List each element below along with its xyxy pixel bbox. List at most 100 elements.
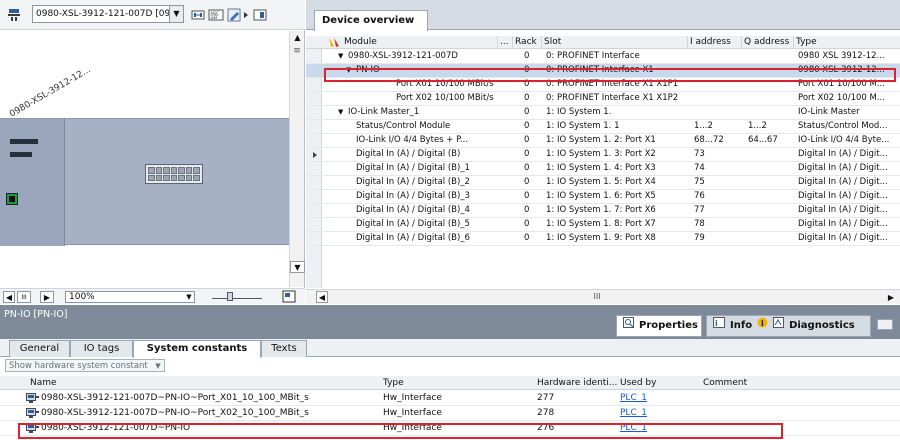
cell-type: Port X02 10/100 M... <box>798 93 885 103</box>
cell-i-address: 78 <box>694 219 705 229</box>
cell-i-address: 76 <box>694 191 705 201</box>
column-header-comment[interactable]: Comment <box>703 376 747 390</box>
cell-rack: 0 <box>524 65 530 75</box>
column-header-i-address[interactable]: I address <box>687 36 741 49</box>
expand-toggle-icon[interactable]: ▼ <box>344 64 351 77</box>
cell-i-address <box>692 106 740 119</box>
cell-used-by[interactable]: PLC_1 <box>620 391 700 405</box>
cell-module: Digital In (A) / Digital (B) <box>356 149 461 159</box>
column-header-q-address[interactable]: Q address <box>741 36 793 49</box>
cell-q-address: 64...67 <box>748 135 778 145</box>
cell-type: Hw_Interface <box>383 423 442 433</box>
scroll-right-icon[interactable]: ▶ <box>885 291 897 303</box>
scroll-up-icon[interactable]: ▲ <box>290 31 305 43</box>
table-row[interactable]: IO-Link I/O 4/4 Bytes + P... 0 1: IO Syste… <box>306 134 900 148</box>
column-header-more[interactable]: ... <box>497 36 512 49</box>
table-row[interactable]: ▼ PN-IO 0 0: PROFINET Interface X1 0980-XSL-… <box>306 64 900 78</box>
column-header-used-by[interactable]: Used by <box>620 376 656 390</box>
cell-q-address <box>746 190 792 203</box>
cell-module: IO-Link Master_1 <box>348 107 420 117</box>
module-column-icon <box>328 37 340 51</box>
column-header-rack[interactable]: Rack <box>512 36 541 49</box>
table-row[interactable]: Digital In (A) / Digital (B)_2 0 1: IO Sys… <box>306 176 900 190</box>
table-row[interactable]: ▼ 0980-XSL-3912-121-007D 0 0: PROFINET Inte… <box>306 50 900 64</box>
cell-rack: 0 <box>524 51 530 61</box>
table-row[interactable]: Digital In (A) / Digital (B)_3 0 1: IO Sys… <box>306 190 900 204</box>
scroll-down-icon[interactable]: ▼ <box>290 261 305 273</box>
dropdown-icon[interactable]: ▼ <box>153 360 163 371</box>
tab-info[interactable]: i Info i Diagnostics <box>706 315 871 337</box>
show-module-labels-icon[interactable]: ABC DEF <box>208 7 224 23</box>
scroll-left-icon[interactable]: ◀ <box>316 291 328 303</box>
cell-rack: 0 <box>524 135 530 145</box>
port-block[interactable] <box>145 164 203 184</box>
scroll-grip-icon[interactable]: ≡ <box>292 43 302 59</box>
column-header-module[interactable]: Module <box>342 36 497 49</box>
table-row[interactable]: Port X02 10/100 MBit/s 0 0: PROFINET Inter… <box>306 92 900 106</box>
table-row[interactable]: Digital In (A) / Digital (B)_1 0 1: IO Sys… <box>306 162 900 176</box>
table-row[interactable]: 0980-XSL-3912-121-007D~PN-IO Hw_Interface… <box>0 421 900 436</box>
column-header-slot[interactable]: Slot <box>541 36 687 49</box>
table-row[interactable]: Port X01 10/100 MBit/s 0 0: PROFINET Inter… <box>306 78 900 92</box>
column-header-type[interactable]: Type <box>383 376 404 390</box>
column-header-type[interactable]: Type <box>793 36 900 49</box>
column-header-name[interactable]: Name <box>30 376 57 390</box>
table-row[interactable]: Digital In (A) / Digital (B)_4 0 1: IO Sys… <box>306 204 900 218</box>
expand-toggle-icon[interactable]: ▼ <box>336 106 343 119</box>
column-header-hardware-identifier[interactable]: Hardware identi... <box>537 376 617 390</box>
device-icon[interactable] <box>6 7 22 23</box>
cell-name: 0980-XSL-3912-121-007D~PN-IO <box>41 423 191 433</box>
table-header: Name Type Hardware identi... Used by Com… <box>0 376 900 390</box>
head-module[interactable] <box>0 119 65 246</box>
tab-diagnostics-label[interactable]: Diagnostics <box>789 316 855 336</box>
device-selector[interactable]: 0980-XSL-3912-121-007D [09 ▼ <box>32 5 184 23</box>
zoom-slider-thumb[interactable] <box>227 292 233 301</box>
scroll-grip-icon[interactable]: III <box>17 291 31 303</box>
zoom-select[interactable]: 100% ▼ <box>65 291 195 303</box>
scroll-left-icon[interactable]: ◀ <box>3 291 15 303</box>
zoom-slider[interactable] <box>212 292 262 302</box>
scroll-right-icon[interactable]: ▶ <box>40 291 54 303</box>
cell-rack: 0 <box>524 191 530 201</box>
minimize-inspector-button[interactable] <box>877 319 893 330</box>
info-icon[interactable]: i <box>757 316 768 336</box>
table-row[interactable]: 0980-XSL-3912-121-007D~PN-IO~Port_X02_10… <box>0 406 900 421</box>
network-view-icon[interactable] <box>190 7 206 23</box>
table-row[interactable]: Status/Control Module 0 1: IO System 1. 1 1… <box>306 120 900 134</box>
row-marker-icon <box>313 152 317 158</box>
cell-q-address: 1...2 <box>748 121 767 131</box>
expand-arrow-icon[interactable] <box>242 7 250 23</box>
table-row[interactable]: Digital In (A) / Digital (B)_5 0 1: IO Sys… <box>306 218 900 232</box>
tab-properties[interactable]: Properties <box>616 315 702 337</box>
expand-icon[interactable] <box>252 7 268 23</box>
table-row[interactable]: ▼ IO-Link Master_1 0 1: IO System 1. IO-Link… <box>306 106 900 120</box>
tab-system-constants[interactable]: System constants <box>133 340 261 358</box>
dropdown-icon[interactable]: ▼ <box>169 6 183 22</box>
table-row[interactable]: Digital In (A) / Digital (B)_6 0 1: IO Sys… <box>306 232 900 246</box>
cell-comment <box>703 391 783 405</box>
show-system-constants-select[interactable]: Show hardware system constant ▼ <box>5 359 165 372</box>
tab-general[interactable]: General <box>9 340 70 357</box>
device-canvas[interactable]: 0980-XSL-3912-12... <box>0 31 289 287</box>
cell-used-by[interactable]: PLC_1 <box>620 406 700 420</box>
table-row[interactable]: 0980-XSL-3912-121-007D~PN-IO~Port_X01_10… <box>0 391 900 406</box>
dropdown-icon[interactable]: ▼ <box>184 292 194 302</box>
zoom-tool-icon[interactable] <box>227 7 243 23</box>
cell-slot: 1: IO System 1. 9: Port X8 <box>546 233 656 243</box>
device-module[interactable] <box>0 118 289 246</box>
cell-i-address: 77 <box>694 205 705 215</box>
expand-toggle-icon[interactable]: ▼ <box>336 50 343 63</box>
tab-io-tags[interactable]: IO tags <box>70 340 133 357</box>
vertical-scrollbar[interactable]: ▲ ≡ ▼ <box>289 31 305 287</box>
table-row[interactable]: Digital In (A) / Digital (B) 0 1: IO Syste… <box>306 148 900 162</box>
scroll-grip[interactable]: III <box>589 292 605 302</box>
cell-q-address <box>746 218 792 231</box>
cell-used-by[interactable]: PLC_1 <box>620 421 700 435</box>
tab-texts[interactable]: Texts <box>261 340 307 357</box>
cell-module: Port X01 10/100 MBit/s <box>396 79 494 89</box>
horizontal-scrollbar[interactable]: ◀ III ▶ <box>306 289 900 304</box>
svg-text:i: i <box>715 319 718 328</box>
cell-module: Digital In (A) / Digital (B)_2 <box>356 177 470 187</box>
overview-navigation-icon[interactable] <box>282 290 296 303</box>
tab-device-overview[interactable]: Device overview <box>314 10 428 31</box>
